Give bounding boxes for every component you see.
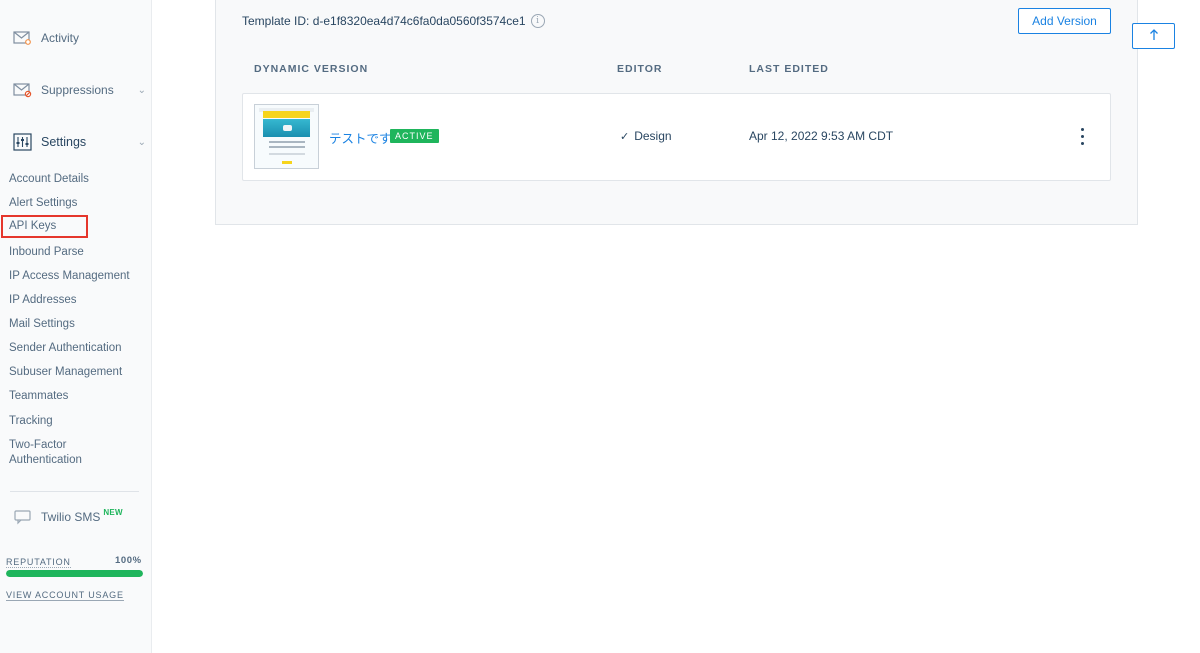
settings-item-sender-authentication[interactable]: Sender Authentication [9, 341, 122, 356]
two-factor-label-line2: Authentication [9, 454, 82, 466]
template-id-text: Template ID: d-e1f8320ea4d74c6fa0da0560f… [242, 14, 526, 28]
nav-settings-label: Settings [41, 135, 87, 149]
thumb-cta [282, 161, 292, 164]
pencil-icon: ✓ [620, 131, 630, 143]
envelope-search-icon [13, 28, 33, 48]
version-row[interactable]: テストです ACTIVE ✓ Design Apr 12, 2022 9:53 A… [242, 93, 1111, 181]
nav-twilio-label: Twilio SMS [41, 510, 101, 524]
settings-item-teammates[interactable]: Teammates [9, 389, 68, 404]
settings-item-account-details[interactable]: Account Details [9, 172, 89, 187]
thumb-text-line [269, 141, 305, 143]
thumb-hero-object [283, 125, 292, 131]
nav-settings[interactable]: Settings ⌄ [13, 132, 146, 152]
last-edited-cell: Apr 12, 2022 9:53 AM CDT [749, 129, 894, 143]
version-name-link[interactable]: テストです [329, 128, 392, 147]
settings-item-tracking[interactable]: Tracking [9, 414, 53, 429]
more-options-icon[interactable] [1076, 126, 1090, 148]
settings-item-mail-settings[interactable]: Mail Settings [9, 317, 75, 332]
chat-bubble-icon [13, 507, 33, 527]
nav-activity[interactable]: Activity [13, 28, 146, 48]
reputation-bar-fill [6, 570, 143, 577]
add-version-button[interactable]: Add Version [1018, 8, 1111, 34]
envelope-block-icon [13, 80, 33, 100]
status-badge: ACTIVE [390, 129, 439, 143]
settings-item-two-factor[interactable]: Two-Factor Authentication [9, 438, 82, 468]
sliders-icon [13, 132, 33, 152]
nav-twilio-sms[interactable]: Twilio SMS NEW [13, 507, 146, 527]
editor-cell: ✓ Design [620, 129, 672, 143]
sidebar: Activity Suppressions ⌄ Settings ⌄ Accou… [0, 0, 152, 653]
info-icon[interactable]: i [530, 14, 545, 28]
template-id: Template ID: d-e1f8320ea4d74c6fa0da0560f… [242, 14, 545, 28]
column-header-editor: EDITOR [617, 63, 663, 75]
new-badge: NEW [103, 507, 123, 517]
thumb-text-line [269, 146, 305, 148]
column-header-version: DYNAMIC VERSION [254, 63, 369, 75]
column-header-last-edited: LAST EDITED [749, 63, 829, 75]
settings-item-subuser-management[interactable]: Subuser Management [9, 365, 122, 380]
settings-item-api-keys[interactable]: API Keys [0, 215, 89, 238]
two-factor-label-line1: Two-Factor [9, 439, 67, 451]
settings-item-inbound-parse[interactable]: Inbound Parse [9, 245, 84, 260]
settings-item-alert-settings[interactable]: Alert Settings [9, 196, 77, 211]
settings-item-ip-addresses[interactable]: IP Addresses [9, 293, 77, 308]
arrow-up-icon [1149, 28, 1159, 44]
nav-suppressions-label: Suppressions [41, 83, 114, 97]
thumb-text-line [269, 153, 305, 155]
thumb-banner [263, 111, 310, 118]
settings-item-ip-access-management[interactable]: IP Access Management [9, 269, 130, 284]
reputation-label: REPUTATION [6, 557, 71, 568]
template-thumbnail[interactable] [254, 104, 319, 169]
chevron-down-icon: ⌄ [137, 136, 146, 148]
view-account-usage-link[interactable]: VIEW ACCOUNT USAGE [6, 590, 124, 601]
chevron-down-icon: ⌄ [137, 84, 146, 96]
nav-suppressions[interactable]: Suppressions ⌄ [13, 80, 146, 100]
reputation-value: 100% [115, 555, 142, 566]
scroll-to-top-button[interactable] [1132, 23, 1175, 49]
editor-value: Design [634, 129, 672, 143]
sidebar-divider [10, 491, 139, 492]
nav-activity-label: Activity [41, 31, 80, 45]
reputation-bar [6, 570, 143, 577]
